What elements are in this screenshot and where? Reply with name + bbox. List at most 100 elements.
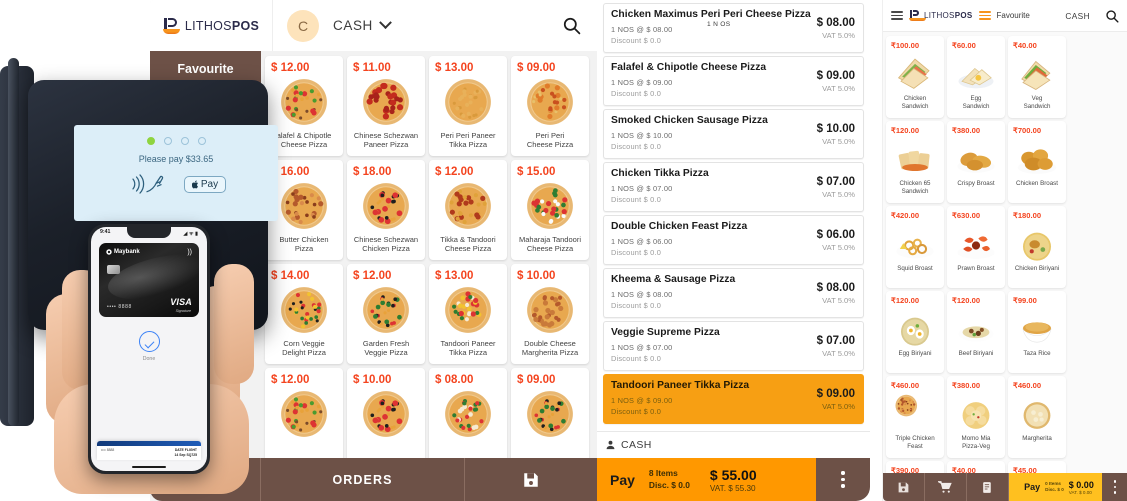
pass-card-number: •••• 8888 — [101, 448, 115, 452]
product-card[interactable]: $ 18.00 Chinese Schezwan Chicken Pizza — [347, 160, 425, 260]
save-icon — [524, 472, 538, 487]
search-icon[interactable] — [1105, 9, 1119, 23]
pay-more-button[interactable] — [816, 458, 870, 501]
terminal-progress-dots — [74, 125, 278, 145]
terminal-side-edge — [8, 58, 19, 426]
mobile-product-card[interactable]: ₹420.00 Squid Broast — [886, 206, 944, 288]
order-item-row[interactable]: Chicken Maximus Peri Peri Cheese Pizza 1 … — [603, 3, 864, 53]
order-customer-row[interactable]: CASH — [597, 431, 870, 458]
order-item-discount: Discount $ 0.0 — [611, 35, 662, 45]
product-name: Peri Peri Paneer Tikka Pizza — [440, 131, 496, 150]
mobile-product-card[interactable]: ₹700.00 Chicken Broast — [1008, 121, 1066, 203]
mobile-pay-button[interactable]: Pay 0 Items Disc. $ 0 $ 0.00 VAT. $ 0.00 — [1008, 473, 1103, 501]
product-image-tikka-tandoori — [442, 180, 494, 232]
mobile-product-card[interactable]: ₹100.00 Chicken Sandwich — [886, 36, 944, 118]
order-item-row[interactable]: Veggie Supreme Pizza 1 NOS @ $ 07.00 Disco… — [603, 321, 864, 371]
mobile-product-card[interactable]: ₹380.00 Crispy Broast — [947, 121, 1005, 203]
mobile-product-card[interactable]: ₹630.00 Prawn Broast — [947, 206, 1005, 288]
order-item-price: $ 07.00 — [816, 335, 855, 347]
favourite-list-icon[interactable] — [978, 11, 991, 20]
mobile-product-card[interactable]: ₹460.00 Margherita — [1008, 376, 1066, 458]
product-card[interactable]: $ 12.00 Garden Fresh Veggie Pizza — [347, 264, 425, 364]
terminal-payment-methods: Pay — [74, 173, 278, 195]
product-card[interactable]: $ 13.00 Tandoori Paneer Tikka Pizza — [429, 264, 507, 364]
product-card[interactable]: $ 11.00 Chinese Schezwan Paneer Pizza — [347, 56, 425, 156]
mobile-product-image-biriyani-beef — [955, 307, 997, 347]
mobile-receipt-button[interactable] — [967, 473, 1009, 501]
mobile-more-button[interactable] — [1102, 473, 1127, 501]
card-tier-label: Signature — [175, 309, 191, 313]
mobile-product-price: ₹380.00 — [952, 126, 981, 135]
order-item-row[interactable]: Chicken Tikka Pizza 1 NOS @ $ 07.00 Discou… — [603, 162, 864, 212]
order-item-row[interactable]: Falafel & Chipotle Cheese Pizza 1 NOS @ $… — [603, 56, 864, 106]
product-image-white-veggie — [442, 388, 494, 440]
mobile-product-card[interactable]: ₹180.00 Chicken Biriyani — [1008, 206, 1066, 288]
mobile-cash-label[interactable]: CASH — [1065, 11, 1090, 21]
mobile-product-card[interactable]: ₹460.00 Triple Chicken Feast — [886, 376, 944, 458]
order-item-qty: 1 NOS @ $ 09.00 — [611, 77, 673, 87]
mobile-product-name: Prawn Broast — [957, 265, 995, 272]
mobile-product-grid: ₹100.00 Chicken Sandwich ₹60.00 Egg Sandwic… — [883, 32, 1127, 501]
product-price: $ 12.00 — [353, 270, 392, 282]
wallet-boarding-pass[interactable]: •••• 8888 DATE FLIGHT 14 Sep SQ725 — [97, 441, 201, 460]
chevron-down-icon[interactable] — [379, 16, 392, 30]
mobile-product-price: ₹99.00 — [1013, 296, 1037, 305]
mobile-cart-button[interactable] — [925, 473, 967, 501]
product-card[interactable]: $ 09.00 — [511, 368, 589, 468]
save-button[interactable] — [465, 458, 597, 501]
mobile-product-name: Taza Rice — [1023, 350, 1051, 357]
order-items-list[interactable]: Chicken Maximus Peri Peri Cheese Pizza 1 … — [597, 0, 870, 431]
product-card[interactable]: $ 08.00 — [429, 368, 507, 468]
product-price: $ 13.00 — [435, 270, 474, 282]
mobile-product-card[interactable]: ₹120.00 Beef Biriyani — [947, 291, 1005, 373]
mobile-product-name: Chicken Broast — [1016, 180, 1058, 187]
phone-screen: 9:41 ◢ ᯤ ▮ Maybank )) •••• 8888 VISA Sig… — [91, 227, 207, 471]
pos-topbar: C CASH — [272, 0, 597, 51]
product-name: Peri Peri Cheese Pizza — [526, 131, 574, 150]
product-card[interactable]: $ 10.00 Double Cheese Margherita Pizza — [511, 264, 589, 364]
mobile-product-price: ₹60.00 — [952, 41, 976, 50]
hamburger-icon[interactable] — [891, 11, 903, 20]
product-price: $ 18.00 — [353, 166, 392, 178]
order-item-qty: 1 NOS @ $ 09.00 — [611, 395, 673, 405]
order-item-row[interactable]: Kheema & Sausage Pizza 1 NOS @ $ 08.00 Dis… — [603, 268, 864, 318]
product-card[interactable]: $ 09.00 Peri Peri Cheese Pizza — [511, 56, 589, 156]
mobile-pay-items-summary: 0 Items Disc. $ 0 — [1045, 481, 1064, 493]
search-icon[interactable] — [562, 16, 581, 35]
product-price: $ 15.00 — [517, 166, 556, 178]
mobile-product-card[interactable]: ₹380.00 Momo Mia Pizza-Veg — [947, 376, 1005, 458]
order-item-row[interactable]: Double Chicken Feast Pizza 1 NOS @ $ 06.0… — [603, 215, 864, 265]
pay-vat: VAT. $ 55.30 — [709, 483, 756, 493]
mobile-product-card[interactable]: ₹120.00 Egg Biriyani — [886, 291, 944, 373]
card-bank-name: Maybank — [106, 249, 140, 255]
mobile-favourite-label[interactable]: Favourite — [997, 11, 1030, 20]
product-card[interactable]: $ 13.00 Peri Peri Paneer Tikka Pizza — [429, 56, 507, 156]
mobile-product-card[interactable]: ₹120.00 Chicken 65 Sandwich — [886, 121, 944, 203]
mobile-product-card[interactable]: ₹60.00 Egg Sandwich — [947, 36, 1005, 118]
pay-button[interactable]: Pay 8 Items Disc. $ 0.0 $ 55.00 VAT. $ 5… — [597, 458, 816, 501]
pay-label: Pay — [610, 471, 635, 488]
smartphone: 9:41 ◢ ᯤ ▮ Maybank )) •••• 8888 VISA Sig… — [88, 224, 210, 474]
order-item-qty: 1 NOS @ $ 08.00 — [611, 289, 673, 299]
mobile-product-card[interactable]: ₹99.00 Taza Rice — [1008, 291, 1066, 373]
customer-avatar[interactable]: C — [287, 9, 319, 42]
orders-button[interactable]: ORDERS — [261, 458, 465, 501]
product-card[interactable]: $ 10.00 — [347, 368, 425, 468]
mobile-product-card[interactable]: ₹40.00 Veg Sandwich — [1008, 36, 1066, 118]
order-item-row[interactable]: Tandoori Paneer Tikka Pizza 1 NOS @ $ 09.… — [603, 374, 864, 424]
pass-flight-label: FLIGHT — [184, 448, 197, 452]
order-item-name: Veggie Supreme Pizza — [611, 327, 720, 338]
product-card[interactable]: $ 12.00 Tikka & Tandoori Cheese Pizza — [429, 160, 507, 260]
order-item-price: $ 06.00 — [816, 229, 855, 241]
pass-details: DATE FLIGHT 14 Sep SQ725 — [175, 448, 197, 457]
payment-card: Maybank )) •••• 8888 VISA Signature — [99, 243, 199, 317]
order-item-row[interactable]: Smoked Chicken Sausage Pizza 1 NOS @ $ 10… — [603, 109, 864, 159]
order-item-vat: VAT 5.0% — [822, 349, 855, 358]
brand-name-light: LITHOS — [924, 11, 955, 20]
product-card[interactable]: $ 15.00 Maharaja Tandoori Cheese Pizza — [511, 160, 589, 260]
product-price: $ 11.00 — [353, 62, 391, 74]
customer-name-label[interactable]: CASH — [333, 18, 373, 33]
mobile-save-button[interactable] — [883, 473, 925, 501]
product-name: Garden Fresh Veggie Pizza — [362, 339, 410, 358]
order-item-discount: Discount $ 0.0 — [611, 353, 662, 363]
